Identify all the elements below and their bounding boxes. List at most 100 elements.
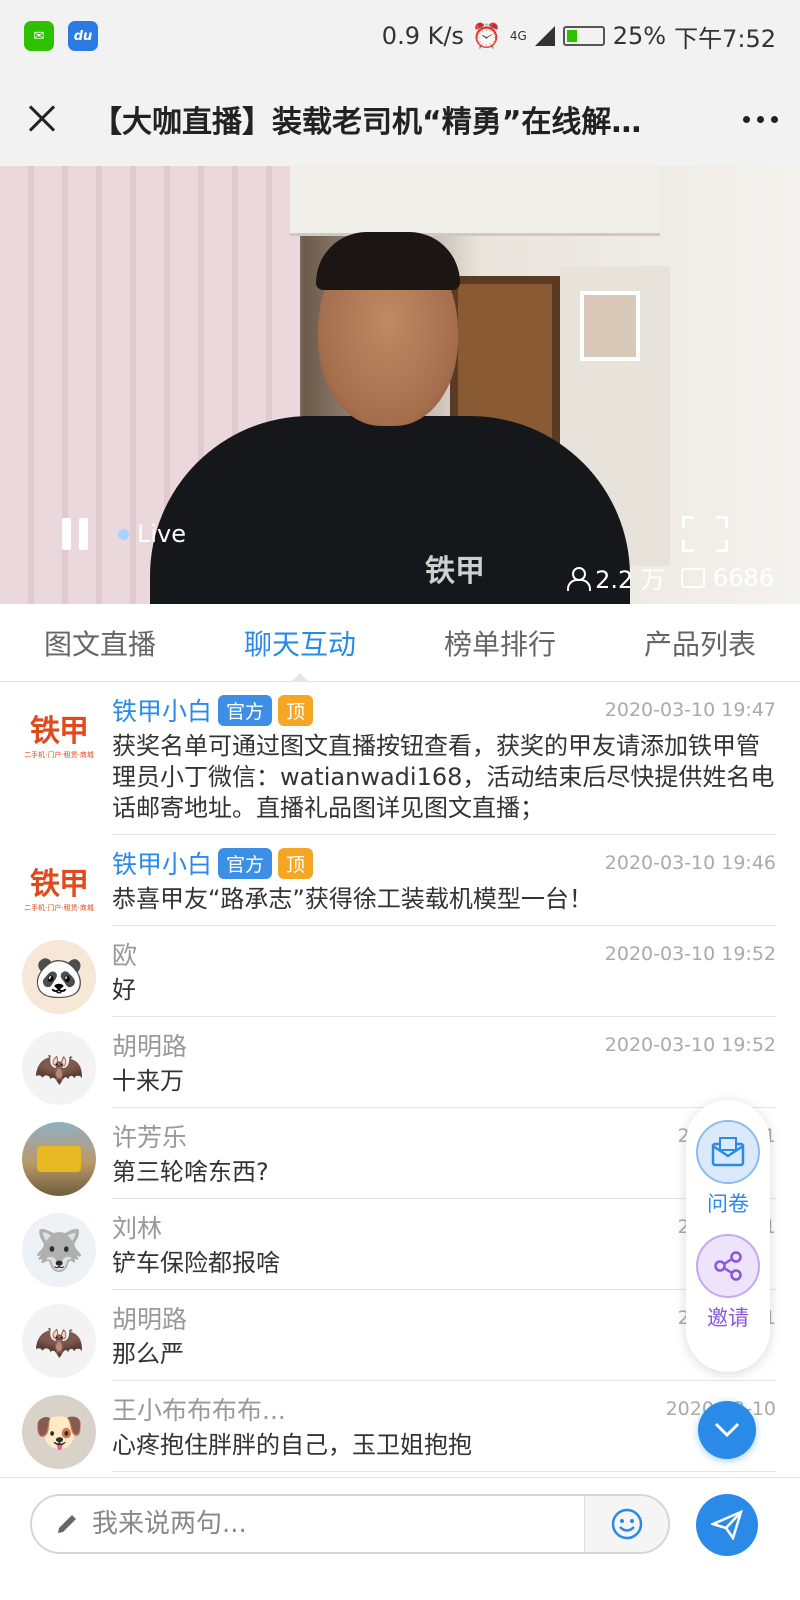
user-icon — [567, 566, 592, 591]
chat-message: 铁甲 二手机·门户·租赁·商城 铁甲小白 官方 顶 2020-03-10 19:… — [0, 835, 800, 926]
pause-button[interactable] — [62, 518, 90, 550]
avatar-logo-sub: 二手机·门户·租赁·商城 — [24, 904, 94, 912]
avatar[interactable]: 🐺 — [22, 1213, 96, 1287]
avatar[interactable]: 🐼 — [22, 940, 96, 1014]
bat-avatar-icon: 🦇 — [34, 1318, 84, 1365]
survey-label: 问卷 — [707, 1192, 749, 1216]
network-type: 4G — [509, 29, 527, 43]
avatar[interactable]: 铁甲 二手机·门户·租赁·商城 — [22, 696, 96, 770]
fullscreen-button[interactable] — [682, 516, 728, 552]
alarm-icon: ⏰ — [471, 22, 502, 50]
tab-bar: 图文直播 聊天互动 榜单排行 产品列表 — [0, 604, 800, 682]
puppy-avatar-icon: 🐶 — [34, 1409, 84, 1456]
tab-ranking[interactable]: 榜单排行 — [400, 604, 600, 681]
avatar-logo-text: 铁甲 — [30, 714, 89, 749]
avatar-logo-sub: 二手机·门户·租赁·商城 — [24, 751, 94, 759]
more-options-button[interactable] — [743, 115, 778, 123]
notification-icons: ✉ du — [24, 21, 98, 51]
input-bar — [0, 1477, 800, 1600]
chat-message: 🐶 王小布布布布... 2020-03-10 心疼抱住胖胖的自己，玉卫姐抱抱 — [0, 1381, 800, 1472]
message-author[interactable]: 刘林 — [112, 1209, 162, 1245]
tab-products[interactable]: 产品列表 — [600, 604, 800, 681]
status-right: 0.9 K/s ⏰ 4G 25% 下午7:52 — [382, 19, 776, 54]
chat-message: 🐺 刘林 2020-03-1 铲车保险都报啥 — [0, 1199, 800, 1290]
emoji-button[interactable] — [584, 1496, 668, 1552]
invite-label: 邀请 — [707, 1306, 749, 1330]
survey-button[interactable]: 问卷 — [696, 1120, 760, 1218]
comment-input[interactable] — [92, 1509, 542, 1539]
battery-percent: 25% — [612, 22, 667, 50]
pencil-icon — [58, 1515, 76, 1533]
message-text: 好 — [112, 976, 136, 1004]
close-button[interactable] — [22, 99, 62, 139]
share-icon — [696, 1234, 760, 1298]
message-text: 第三轮啥东西? — [112, 1158, 269, 1186]
survey-icon — [696, 1120, 760, 1184]
chat-message: 许芳乐 2020-03-1 第三轮啥东西? — [0, 1108, 800, 1199]
comment-count: 6686 — [680, 564, 774, 592]
message-text: 十来万 — [112, 1067, 184, 1095]
live-video-player[interactable]: 铁甲 — [0, 166, 800, 617]
comment-input-box — [30, 1494, 670, 1554]
message-author[interactable]: 铁甲小白 — [112, 845, 212, 881]
status-bar: ✉ du 0.9 K/s ⏰ 4G 25% 下午7:52 — [0, 0, 800, 72]
page-title: 【大咖直播】装载老司机“精勇”在线解… — [92, 105, 642, 140]
avatar[interactable]: 🦇 — [22, 1304, 96, 1378]
message-author[interactable]: 王小布布布布... — [112, 1391, 286, 1427]
message-time: 2020-03-10 19:46 — [604, 852, 776, 874]
message-author[interactable]: 胡明路 — [112, 1027, 187, 1063]
live-text: Live — [137, 520, 187, 548]
title-bar: 【大咖直播】装载老司机“精勇”在线解… — [0, 72, 800, 166]
chat-message: 🐼 欧 2020-03-10 19:52 好 — [0, 926, 800, 1017]
shirt-logo: 铁甲 — [425, 554, 485, 589]
chat-message: 🦇 胡明路 2020-03-1 那么严 — [0, 1290, 800, 1381]
scroll-to-bottom-button[interactable] — [698, 1401, 756, 1459]
message-author[interactable]: 铁甲小白 — [112, 692, 212, 728]
send-button[interactable] — [696, 1494, 758, 1556]
message-time: 2020-03-10 19:47 — [604, 699, 776, 721]
message-author[interactable]: 欧 — [112, 936, 137, 972]
video-stats: 2.2 万 6686 — [567, 560, 774, 595]
chat-list[interactable]: 铁甲 二手机·门户·租赁·商城 铁甲小白 官方 顶 2020-03-10 19:… — [0, 682, 800, 1477]
streamer-hair — [316, 232, 460, 290]
du-icon: du — [68, 21, 98, 51]
pinned-badge: 顶 — [278, 847, 314, 879]
live-indicator: Live — [118, 520, 186, 548]
tab-graphic-live[interactable]: 图文直播 — [0, 604, 200, 681]
signal-icon — [534, 26, 555, 46]
chat-message: 🦇 胡明路 2020-03-10 19:52 十来万 — [0, 1017, 800, 1108]
avatar[interactable]: 铁甲 二手机·门户·租赁·商城 — [22, 849, 96, 923]
husky-avatar-icon: 🐺 — [34, 1227, 84, 1274]
streamer-body — [150, 416, 630, 617]
network-speed: 0.9 K/s — [381, 22, 464, 50]
chat-message: 铁甲 二手机·门户·租赁·商城 铁甲小白 官方 顶 2020-03-10 19:… — [0, 682, 800, 835]
panda-avatar-icon: 🐼 — [34, 954, 84, 1001]
message-text: 恭喜甲友“路承志”获得徐工装载机模型一台！ — [112, 885, 593, 913]
viewer-count-value: 2.2 万 — [595, 566, 665, 594]
pinned-badge: 顶 — [278, 694, 314, 726]
message-text: 铲车保险都报啥 — [112, 1249, 280, 1277]
video-background-cabinet — [290, 166, 660, 236]
video-background-photo-frame — [580, 291, 640, 361]
avatar[interactable]: 🐶 — [22, 1395, 96, 1469]
message-time: 2020-03-10 19:52 — [604, 943, 776, 965]
comment-icon — [680, 567, 705, 588]
message-text: 那么严 — [112, 1340, 184, 1368]
live-dot-icon — [118, 528, 129, 540]
avatar-logo-text: 铁甲 — [30, 867, 89, 902]
message-text: 获奖名单可通过图文直播按钮查看，获奖的甲友请添加铁甲管理员小丁微信：watian… — [112, 732, 775, 822]
floating-action-panel: 问卷 邀请 — [686, 1100, 770, 1372]
wechat-icon: ✉ — [24, 21, 54, 51]
avatar[interactable] — [22, 1122, 96, 1196]
message-author[interactable]: 许芳乐 — [112, 1118, 187, 1154]
viewer-count: 2.2 万 — [567, 560, 665, 595]
message-author[interactable]: 胡明路 — [112, 1300, 187, 1336]
invite-button[interactable]: 邀请 — [696, 1234, 760, 1332]
official-badge: 官方 — [218, 694, 273, 726]
official-badge: 官方 — [218, 847, 273, 879]
smile-icon — [611, 1508, 642, 1540]
tab-chat[interactable]: 聊天互动 — [200, 604, 400, 682]
battery-icon — [562, 26, 605, 46]
avatar[interactable]: 🦇 — [22, 1031, 96, 1105]
clock: 下午7:52 — [674, 24, 776, 53]
